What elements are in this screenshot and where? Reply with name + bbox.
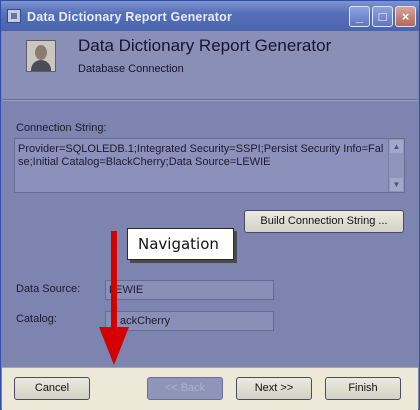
page-title: Data Dictionary Report Generator [78,36,332,55]
scroll-down-icon[interactable]: ▼ [390,178,403,191]
vertical-scrollbar[interactable]: ▲ ▼ [388,139,404,192]
next-button[interactable]: Next >> [236,377,312,400]
back-button[interactable]: << Back [147,377,223,400]
connection-string-value[interactable]: Provider=SQLOLEDB.1;Integrated Security=… [18,143,388,169]
close-button[interactable]: × [395,6,416,27]
data-source-label: Data Source: [16,283,81,295]
app-icon [7,9,21,23]
red-arrow-icon [99,231,129,365]
connection-string-label: Connection String: [16,122,107,134]
catalog-label: Catalog: [16,313,57,325]
wizard-footer: Cancel << Back Next >> Finish [2,367,418,410]
finish-button[interactable]: Finish [325,377,401,400]
scroll-up-icon[interactable]: ▲ [390,140,403,153]
header-divider [2,99,418,101]
page-subtitle: Database Connection [78,63,184,75]
catalog-field[interactable]: ackCherry [105,311,274,331]
wizard-header: Data Dictionary Report Generator Databas… [2,31,418,99]
cancel-button[interactable]: Cancel [14,377,90,400]
window-title: Data Dictionary Report Generator [27,10,233,24]
data-source-field[interactable]: LEWIE [105,280,274,300]
avatar [26,40,56,72]
navigation-callout: Navigation [127,228,234,260]
maximize-button[interactable]: □ [372,6,393,27]
minimize-button[interactable]: _ [349,6,370,27]
title-bar[interactable]: Data Dictionary Report Generator _ □ × [1,1,419,31]
build-connection-string-button[interactable]: Build Connection String ... [244,210,404,233]
wizard-window: Data Dictionary Report Generator _ □ × D… [0,0,420,410]
connection-string-textbox[interactable]: Provider=SQLOLEDB.1;Integrated Security=… [14,138,405,193]
